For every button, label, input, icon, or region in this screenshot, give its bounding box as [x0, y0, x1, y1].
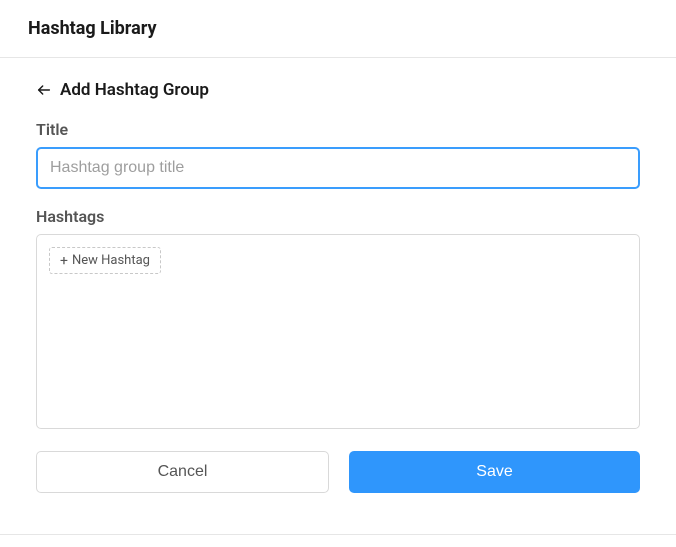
header: Hashtag Library [0, 0, 676, 57]
back-button[interactable]: Add Hashtag Group [36, 80, 640, 100]
hashtags-label: Hashtags [36, 207, 640, 226]
cancel-button[interactable]: Cancel [36, 451, 329, 493]
hashtags-container[interactable]: + New Hashtag [36, 234, 640, 429]
title-label: Title [36, 120, 640, 139]
plus-icon: + [60, 254, 68, 268]
page-title: Hashtag Library [28, 18, 648, 39]
save-button[interactable]: Save [349, 451, 640, 493]
back-label: Add Hashtag Group [60, 80, 209, 100]
title-input[interactable] [36, 147, 640, 189]
new-hashtag-label: New Hashtag [72, 253, 150, 268]
new-hashtag-button[interactable]: + New Hashtag [49, 247, 161, 274]
arrow-left-icon [36, 82, 52, 98]
content-area: Add Hashtag Group Title Hashtags + New H… [0, 58, 676, 493]
button-row: Cancel Save [36, 451, 640, 493]
footer-divider [0, 534, 676, 535]
